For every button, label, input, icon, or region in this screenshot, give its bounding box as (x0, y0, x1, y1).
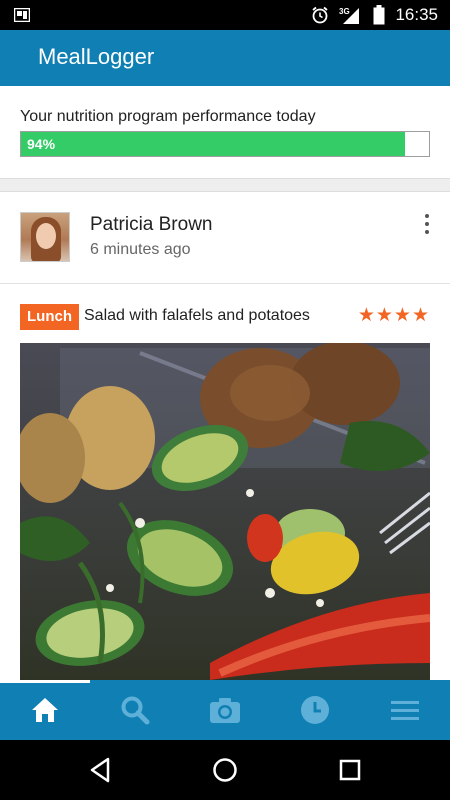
nav-history[interactable] (270, 680, 360, 740)
home-button[interactable] (210, 755, 240, 785)
back-button[interactable] (85, 755, 115, 785)
camera-icon (210, 698, 240, 723)
recents-icon (339, 759, 361, 781)
home-icon (32, 698, 58, 722)
nutrition-progress-value: 94% (27, 136, 56, 152)
recents-button[interactable] (335, 755, 365, 785)
app-title: MealLogger (38, 44, 155, 69)
meal-photo[interactable] (20, 343, 430, 680)
alarm-icon (312, 6, 329, 24)
nav-search[interactable] (90, 680, 180, 740)
nutrition-progress-fill (21, 132, 405, 156)
more-options-icon[interactable] (420, 212, 434, 236)
post-header: Patricia Brown 6 minutes ago (0, 192, 450, 284)
section-divider (0, 178, 450, 192)
photo-notification-icon (14, 8, 30, 22)
signal-icon: 3G (339, 7, 360, 24)
author-name[interactable]: Patricia Brown (90, 214, 213, 236)
search-icon (121, 696, 150, 725)
nav-menu[interactable] (360, 680, 450, 740)
network-label: 3G (339, 7, 350, 16)
home-circle-icon (213, 758, 237, 782)
back-icon (90, 757, 110, 783)
nav-camera[interactable] (180, 680, 270, 740)
nutrition-progress-bar: 94% (20, 131, 430, 157)
status-bar: 3G 16:35 (0, 0, 450, 30)
star-rating: ★★★★ (357, 305, 430, 326)
system-navigation-bar (0, 740, 450, 800)
post-timestamp: 6 minutes ago (90, 241, 191, 258)
nutrition-progress-label: Your nutrition program performance today (20, 108, 316, 125)
battery-icon (373, 5, 385, 25)
history-clock-icon (301, 696, 329, 724)
meal-row: Lunch Salad with falafels and potatoes ★… (0, 284, 450, 344)
meal-photo-image (20, 343, 430, 680)
avatar[interactable] (20, 212, 70, 262)
app-bar: MealLogger (0, 30, 450, 86)
status-time: 16:35 (395, 5, 438, 24)
meal-title: Salad with falafels and potatoes (84, 307, 310, 324)
nav-home[interactable] (0, 680, 90, 740)
meal-type-badge: Lunch (20, 304, 79, 330)
nutrition-progress-card[interactable]: Your nutrition program performance today… (0, 86, 450, 178)
menu-icon (391, 701, 419, 720)
bottom-navigation (0, 680, 450, 740)
